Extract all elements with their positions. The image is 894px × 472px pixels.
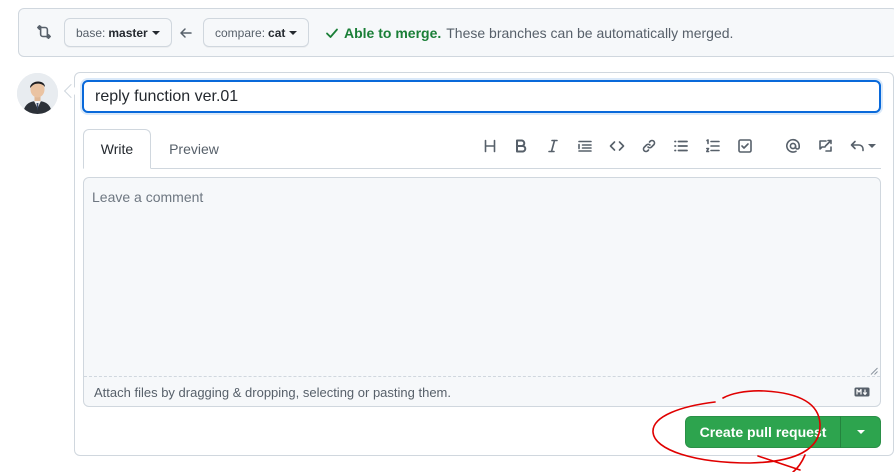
arrow-left-icon — [180, 28, 192, 38]
compare-branch-select[interactable]: compare: cat — [203, 18, 310, 47]
chevron-down-icon — [151, 30, 160, 35]
check-icon — [326, 28, 338, 38]
italic-icon[interactable] — [543, 136, 563, 156]
quote-icon[interactable] — [575, 136, 595, 156]
cross-reference-icon[interactable] — [815, 136, 835, 156]
markdown-icon[interactable] — [854, 387, 870, 397]
unordered-list-icon[interactable] — [671, 136, 691, 156]
chevron-down-icon — [856, 430, 865, 434]
tab-preview-label: Preview — [169, 141, 219, 157]
comment-box: Attach files by dragging & dropping, sel… — [83, 177, 881, 407]
saved-reply-icon[interactable] — [848, 136, 878, 156]
base-prefix: base: — [76, 25, 106, 40]
pr-title-input[interactable] — [82, 80, 881, 113]
compare-branch-name: cat — [268, 25, 286, 40]
chevron-down-icon — [289, 30, 298, 35]
create-pull-request-button[interactable]: Create pull request — [685, 416, 841, 448]
heading-icon[interactable] — [480, 136, 500, 156]
ordered-list-icon[interactable] — [703, 136, 723, 156]
tab-write[interactable]: Write — [83, 129, 151, 169]
avatar-image — [17, 73, 58, 114]
chevron-down-icon — [868, 144, 876, 148]
code-icon[interactable] — [607, 136, 627, 156]
compare-bar: base: master compare: cat Able to merge.… — [18, 8, 894, 57]
tab-write-label: Write — [100, 141, 134, 157]
avatar[interactable] — [17, 73, 58, 114]
merge-note-text: These branches can be automatically merg… — [446, 25, 734, 41]
task-list-icon[interactable] — [735, 136, 755, 156]
mention-icon[interactable] — [783, 136, 803, 156]
merge-ok-text: Able to merge. — [344, 25, 442, 41]
resize-handle-icon[interactable] — [870, 367, 878, 375]
attach-files-hint[interactable]: Attach files by dragging & dropping, sel… — [94, 385, 451, 400]
git-compare-icon — [37, 25, 51, 39]
compare-prefix: compare: — [215, 25, 266, 40]
comment-textarea[interactable] — [84, 178, 880, 377]
base-branch-select[interactable]: base: master — [64, 18, 172, 47]
create-pull-request-dropdown[interactable] — [840, 416, 881, 448]
link-icon[interactable] — [639, 136, 659, 156]
merge-status: Able to merge. These branches can be aut… — [325, 25, 733, 41]
bold-icon[interactable] — [511, 136, 531, 156]
tab-preview[interactable]: Preview — [158, 129, 230, 169]
base-branch-name: master — [108, 25, 148, 40]
